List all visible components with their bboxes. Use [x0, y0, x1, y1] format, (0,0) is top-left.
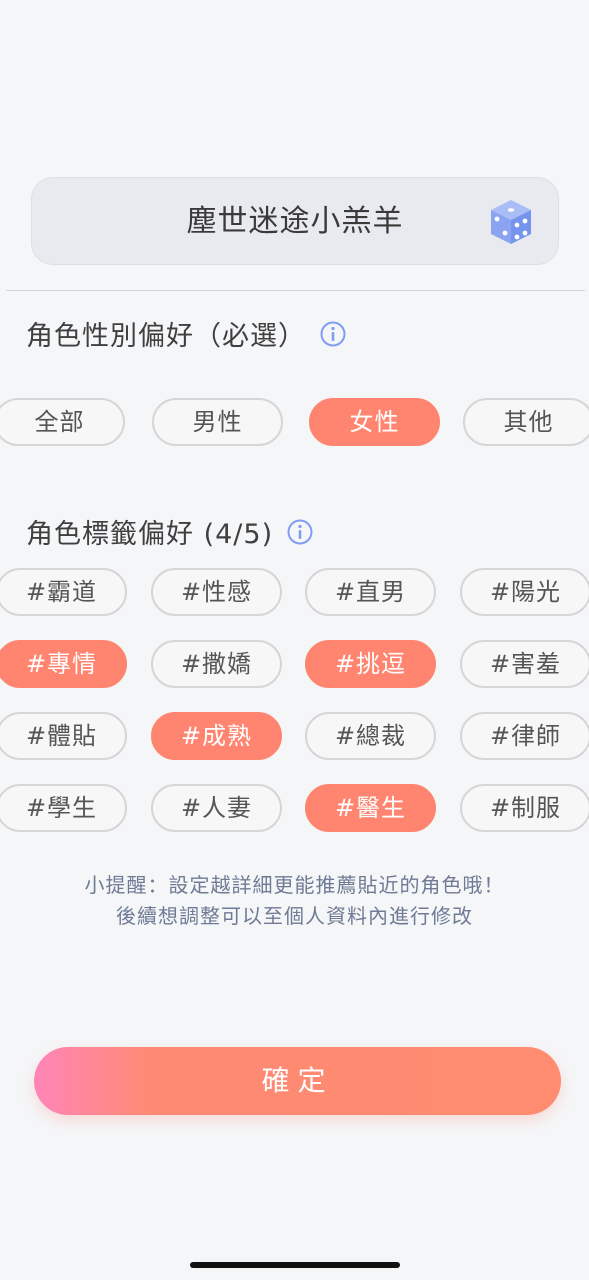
tag-chip[interactable]: #撒嬌 — [151, 640, 282, 688]
tags-section-title: 角色標籤偏好 (4/5) — [26, 512, 313, 551]
nickname-field[interactable]: 塵世迷途小羔羊 — [31, 177, 559, 265]
gender-option-female[interactable]: 女性 — [309, 398, 440, 446]
tag-chip[interactable]: #直男 — [305, 568, 436, 616]
gender-option-other[interactable]: 其他 — [463, 398, 589, 446]
tag-chip[interactable]: #霸道 — [0, 568, 127, 616]
tip-line-1: 小提醒：設定越詳細更能推薦貼近的角色哦！ — [84, 873, 505, 897]
tag-chip[interactable]: #醫生 — [305, 784, 436, 832]
home-indicator[interactable] — [190, 1262, 400, 1268]
tag-chip[interactable]: #挑逗 — [305, 640, 436, 688]
gender-option-all[interactable]: 全部 — [0, 398, 125, 446]
tag-chip[interactable]: #陽光 — [460, 568, 589, 616]
tag-chip[interactable]: #專情 — [0, 640, 127, 688]
nickname-text: 塵世迷途小羔羊 — [186, 204, 404, 239]
divider — [6, 290, 585, 291]
tag-chip[interactable]: #人妻 — [151, 784, 282, 832]
tag-chip[interactable]: #總裁 — [305, 712, 436, 760]
confirm-button[interactable]: 確定 — [34, 1047, 561, 1115]
tag-chip[interactable]: #制服 — [460, 784, 589, 832]
info-icon[interactable] — [287, 519, 313, 545]
tag-chip[interactable]: #成熟 — [151, 712, 282, 760]
tag-chip[interactable]: #害羞 — [460, 640, 589, 688]
tag-chip[interactable]: #學生 — [0, 784, 127, 832]
tags-title-text: 角色標籤偏好 (4/5) — [26, 519, 274, 550]
gender-section-title: 角色性別偏好（必選） — [26, 314, 346, 353]
tag-chip[interactable]: #體貼 — [0, 712, 127, 760]
tag-chip[interactable]: #性感 — [151, 568, 282, 616]
tip-line-2: 後續想調整可以至個人資料內進行修改 — [116, 904, 473, 928]
gender-title-text: 角色性別偏好（必選） — [26, 321, 306, 352]
preference-page: 塵世迷途小羔羊 角色性別偏好（必選） 全部 男性 女性 其他 角色標籤偏好 (4 — [0, 0, 589, 1280]
dice-icon[interactable] — [488, 197, 534, 247]
gender-option-male[interactable]: 男性 — [152, 398, 283, 446]
tag-chip[interactable]: #律師 — [460, 712, 589, 760]
info-icon[interactable] — [320, 321, 346, 347]
